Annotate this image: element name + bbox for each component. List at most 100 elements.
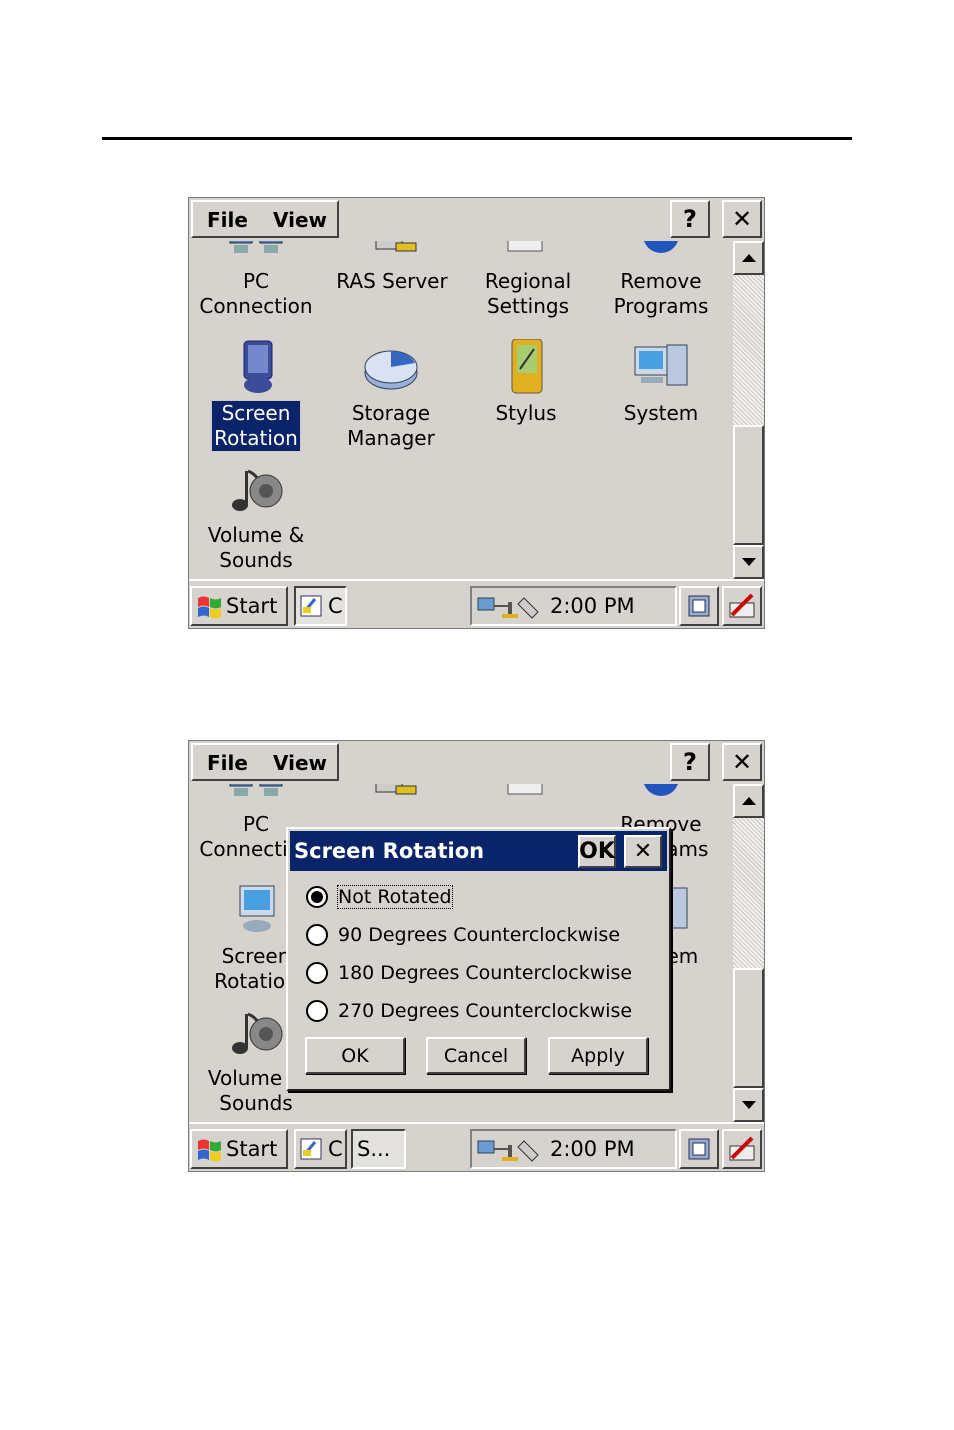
task-label: C: [328, 594, 343, 618]
taskbar: Start C 2:00 PM: [189, 579, 764, 628]
task-button-screen-rotation[interactable]: S...: [351, 1129, 406, 1169]
item-label: Storage Manager: [347, 401, 435, 450]
system-tray: 2:00 PM: [470, 1129, 677, 1169]
stylus-icon: [496, 338, 556, 395]
radio-not-rotated[interactable]: Not Rotated: [306, 882, 453, 912]
vertical-scrollbar[interactable]: [733, 241, 764, 579]
close-button[interactable]: ✕: [722, 200, 762, 238]
task-button-control-panel[interactable]: C: [294, 586, 347, 626]
radio-icon: [306, 1000, 328, 1022]
windows-flag-icon: [198, 1139, 221, 1162]
item-remove-programs[interactable]: Remove Programs: [595, 241, 727, 319]
input-panel-button[interactable]: [722, 1129, 762, 1169]
screen-rotation-icon: [226, 339, 286, 395]
radio-icon: [306, 962, 328, 984]
radio-90-ccw[interactable]: 90 Degrees Counterclockwise: [306, 920, 620, 950]
start-button[interactable]: Start: [190, 586, 288, 626]
item-screen-rotation[interactable]: Screen Rotation: [190, 339, 322, 452]
windows-flag-icon: [198, 596, 221, 619]
menu-group: File View: [191, 200, 339, 238]
clock[interactable]: 2:00 PM: [550, 594, 635, 618]
screen-rotation-icon: [226, 882, 286, 938]
help-button[interactable]: ?: [670, 743, 710, 781]
menu-view[interactable]: View: [273, 208, 327, 232]
item-label: Screen Rotation: [211, 400, 301, 452]
dialog-close-button[interactable]: ✕: [624, 835, 662, 868]
desktop-button[interactable]: [679, 1129, 719, 1169]
screen-rotation-dialog: Screen Rotation OK ✕ Not Rotated 90 Degr…: [286, 827, 671, 1091]
menu-bar: File View ? ✕: [189, 741, 764, 784]
item-ras-server[interactable]: [326, 784, 458, 812]
regional-settings-icon: [498, 241, 558, 263]
radio-270-ccw[interactable]: 270 Degrees Counterclockwise: [306, 996, 632, 1026]
menu-file[interactable]: File: [207, 208, 248, 232]
pen-icon: [729, 593, 755, 618]
scroll-thumb[interactable]: [733, 425, 764, 545]
volume-sounds-icon: [226, 461, 286, 517]
system-icon: [631, 339, 691, 395]
ras-server-icon: [362, 784, 422, 806]
scroll-down-button[interactable]: [733, 545, 764, 579]
item-stylus[interactable]: Stylus: [460, 338, 592, 426]
help-button[interactable]: ?: [670, 200, 710, 238]
radio-label: 180 Degrees Counterclockwise: [338, 962, 633, 984]
radio-icon: [306, 924, 328, 946]
vertical-scrollbar[interactable]: [733, 784, 764, 1122]
regional-settings-icon: [498, 784, 558, 806]
dialog-title-bar: Screen Rotation OK ✕: [290, 831, 667, 871]
item-label: Remove Programs: [613, 269, 709, 318]
start-button[interactable]: Start: [190, 1129, 288, 1169]
cancel-button[interactable]: Cancel: [426, 1037, 526, 1074]
dialog-title: Screen Rotation: [294, 839, 485, 863]
network-tray-icon: [477, 597, 539, 619]
close-button[interactable]: ✕: [722, 743, 762, 781]
item-label: RAS Server: [336, 269, 448, 293]
down-arrow-icon: [741, 1101, 756, 1109]
start-label: Start: [226, 594, 278, 618]
task-button-control-panel[interactable]: C: [294, 1129, 347, 1169]
pc-connection-icon: [226, 241, 286, 263]
menu-file[interactable]: File: [207, 751, 248, 775]
menu-view[interactable]: View: [273, 751, 327, 775]
scroll-thumb[interactable]: [733, 968, 764, 1088]
pen-icon: [729, 1136, 755, 1161]
item-label: Regional Settings: [484, 269, 572, 318]
control-panel-screen-2: File View ? ✕ PC Connection Remove Scree…: [188, 740, 765, 1172]
control-panel-screen-1: File View ? ✕ PC Connection RAS Server R…: [188, 197, 765, 629]
item-regional-settings[interactable]: Regional Settings: [462, 241, 594, 319]
desktop-icon: [688, 1138, 710, 1160]
menu-group: File View: [191, 743, 339, 781]
clock[interactable]: 2:00 PM: [550, 1137, 635, 1161]
item-system[interactable]: System: [595, 339, 727, 426]
desktop-icon: [688, 595, 710, 617]
remove-programs-icon: [631, 784, 691, 806]
scroll-up-button[interactable]: [733, 784, 764, 818]
item-storage-manager[interactable]: Storage Manager: [325, 339, 457, 451]
up-arrow-icon: [741, 797, 756, 805]
desktop-button[interactable]: [679, 586, 719, 626]
control-panel-icon: [300, 595, 322, 617]
pc-connection-icon: [226, 784, 286, 806]
menu-bar: File View ? ✕: [189, 198, 764, 241]
radio-180-ccw[interactable]: 180 Degrees Counterclockwise: [306, 958, 632, 988]
scroll-up-button[interactable]: [733, 241, 764, 275]
network-tray-icon: [477, 1140, 539, 1162]
item-ras-server[interactable]: RAS Server: [326, 241, 458, 294]
apply-button[interactable]: Apply: [548, 1037, 648, 1074]
title-ok-button[interactable]: OK: [578, 835, 616, 868]
radio-label: 90 Degrees Counterclockwise: [338, 924, 621, 946]
item-label: Volume & Sounds: [207, 523, 305, 572]
item-pc-connection[interactable]: PC Connection: [190, 241, 322, 319]
ras-server-icon: [362, 241, 422, 263]
taskbar: Start C S... 2:00 PM: [189, 1122, 764, 1171]
input-panel-button[interactable]: [722, 586, 762, 626]
volume-sounds-icon: [226, 1004, 286, 1060]
item-volume-sounds[interactable]: Volume & Sounds: [190, 461, 322, 573]
start-label: Start: [226, 1137, 278, 1161]
storage-manager-icon: [361, 339, 421, 395]
item-label: PC Connection: [199, 269, 313, 318]
icon-view: PC Connection RAS Server Regional Settin…: [189, 241, 733, 579]
item-regional-settings[interactable]: [462, 784, 594, 812]
ok-button[interactable]: OK: [305, 1037, 405, 1074]
scroll-down-button[interactable]: [733, 1088, 764, 1122]
